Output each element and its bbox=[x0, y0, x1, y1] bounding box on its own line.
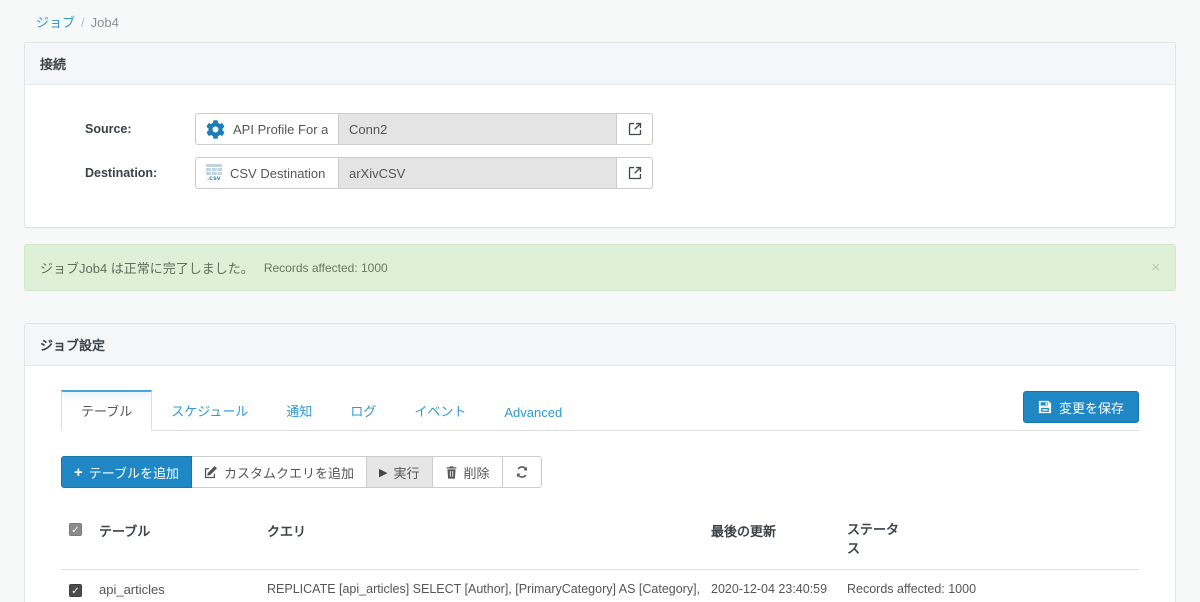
tab-schedule[interactable]: スケジュール bbox=[152, 391, 267, 430]
row-checkbox[interactable]: ✓ bbox=[69, 583, 82, 597]
delete-label: 削除 bbox=[463, 465, 490, 481]
destination-label: Destination: bbox=[85, 166, 158, 180]
external-link-icon bbox=[628, 122, 642, 136]
run-label: 実行 bbox=[393, 465, 420, 481]
breadcrumb-current: Job4 bbox=[90, 15, 119, 30]
external-link-icon bbox=[628, 166, 642, 180]
column-header-last-update: 最後の更新 bbox=[703, 509, 839, 570]
row-table-name: api_articles bbox=[91, 569, 259, 602]
gear-icon bbox=[206, 119, 225, 139]
save-changes-button[interactable]: 変更を保存 bbox=[1022, 391, 1139, 423]
column-header-status: ステータス bbox=[847, 522, 900, 556]
alert-detail: Records affected: 1000 bbox=[263, 260, 388, 275]
source-row: Source: API Profile For arXiv bbox=[85, 113, 1160, 145]
source-connection-input[interactable] bbox=[339, 113, 617, 145]
breadcrumb-separator: / bbox=[81, 15, 85, 30]
run-button[interactable]: ▶ 実行 bbox=[366, 456, 433, 488]
table-header-row: ✓ テーブル クエリ 最後の更新 ステータス bbox=[61, 509, 1139, 570]
table-toolbar: + テーブルを追加 カスタムクエリを追加 ▶ 実行 削除 bbox=[61, 456, 542, 488]
tab-logs[interactable]: ログ bbox=[331, 391, 395, 430]
tab-tables[interactable]: テーブル bbox=[61, 390, 153, 431]
job-settings-title: ジョブ設定 bbox=[25, 324, 1175, 366]
destination-connector-name: CSV Destination bbox=[230, 165, 326, 181]
row-last-update: 2020-12-04 23:40:59 bbox=[703, 569, 839, 602]
column-header-table: テーブル bbox=[91, 509, 259, 570]
destination-open-button[interactable] bbox=[617, 157, 653, 189]
alert-close-icon[interactable]: × bbox=[1151, 260, 1160, 275]
tab-notifications[interactable]: 通知 bbox=[267, 391, 331, 430]
job-settings-panel: ジョブ設定 テーブル スケジュール 通知 ログ イベント Advanced 変更… bbox=[24, 323, 1176, 602]
destination-connection-input[interactable] bbox=[339, 157, 617, 189]
source-open-button[interactable] bbox=[617, 113, 653, 145]
column-header-query: クエリ bbox=[259, 509, 703, 570]
success-alert: ジョブJob4 は正常に完了しました。 Records affected: 10… bbox=[24, 244, 1176, 291]
csv-badge-text: .csv bbox=[207, 174, 221, 182]
tab-bar: テーブル スケジュール 通知 ログ イベント Advanced 変更を保存 bbox=[61, 390, 1139, 431]
tab-advanced[interactable]: Advanced bbox=[485, 395, 581, 430]
row-status: Records affected: 1000 bbox=[839, 569, 1139, 602]
breadcrumb-jobs-link[interactable]: ジョブ bbox=[36, 15, 75, 30]
connection-panel-body: Source: API Profile For arXiv bbox=[25, 85, 1175, 227]
breadcrumb: ジョブ / Job4 bbox=[36, 12, 1176, 31]
play-icon: ▶ bbox=[379, 466, 388, 479]
add-table-label: テーブルを追加 bbox=[88, 465, 179, 481]
source-input-group: API Profile For arXiv bbox=[195, 113, 653, 145]
source-label: Source: bbox=[85, 122, 132, 136]
connection-panel: 接続 Source: API Profile For arXiv bbox=[24, 42, 1176, 228]
csv-file-icon: .csv bbox=[206, 163, 222, 183]
row-query: REPLICATE [api_articles] SELECT [Author]… bbox=[259, 569, 703, 602]
table-row[interactable]: ✓ api_articles REPLICATE [api_articles] … bbox=[61, 569, 1139, 602]
refresh-icon bbox=[515, 465, 529, 479]
destination-row: Destination: .csv CSV Destination bbox=[85, 157, 1160, 189]
edit-icon bbox=[204, 465, 218, 479]
delete-button[interactable]: 削除 bbox=[431, 456, 503, 488]
source-connector-name: API Profile For arXiv bbox=[233, 121, 328, 137]
tab-events[interactable]: イベント bbox=[395, 391, 485, 430]
job-settings-body: テーブル スケジュール 通知 ログ イベント Advanced 変更を保存 + … bbox=[25, 366, 1175, 602]
trash-icon bbox=[445, 465, 458, 479]
plus-icon: + bbox=[74, 463, 83, 481]
alert-message: ジョブJob4 は正常に完了しました。 bbox=[40, 261, 254, 276]
add-custom-query-label: カスタムクエリを追加 bbox=[224, 465, 355, 481]
save-changes-label: 変更を保存 bbox=[1058, 400, 1124, 416]
select-all-checkbox[interactable]: ✓ bbox=[69, 523, 82, 536]
destination-input-group: .csv CSV Destination bbox=[195, 157, 653, 189]
connection-panel-title: 接続 bbox=[25, 43, 1175, 85]
save-icon bbox=[1038, 400, 1052, 414]
add-custom-query-button[interactable]: カスタムクエリを追加 bbox=[191, 456, 368, 488]
source-connector-button[interactable]: API Profile For arXiv bbox=[195, 113, 339, 145]
tables-table: ✓ テーブル クエリ 最後の更新 ステータス ✓ api_articles RE… bbox=[61, 509, 1139, 602]
destination-connector-button[interactable]: .csv CSV Destination bbox=[195, 157, 339, 189]
page: ジョブ / Job4 接続 Source: API Profile For arXi… bbox=[0, 0, 1200, 602]
add-table-button[interactable]: + テーブルを追加 bbox=[61, 456, 192, 488]
refresh-button[interactable] bbox=[501, 456, 542, 488]
